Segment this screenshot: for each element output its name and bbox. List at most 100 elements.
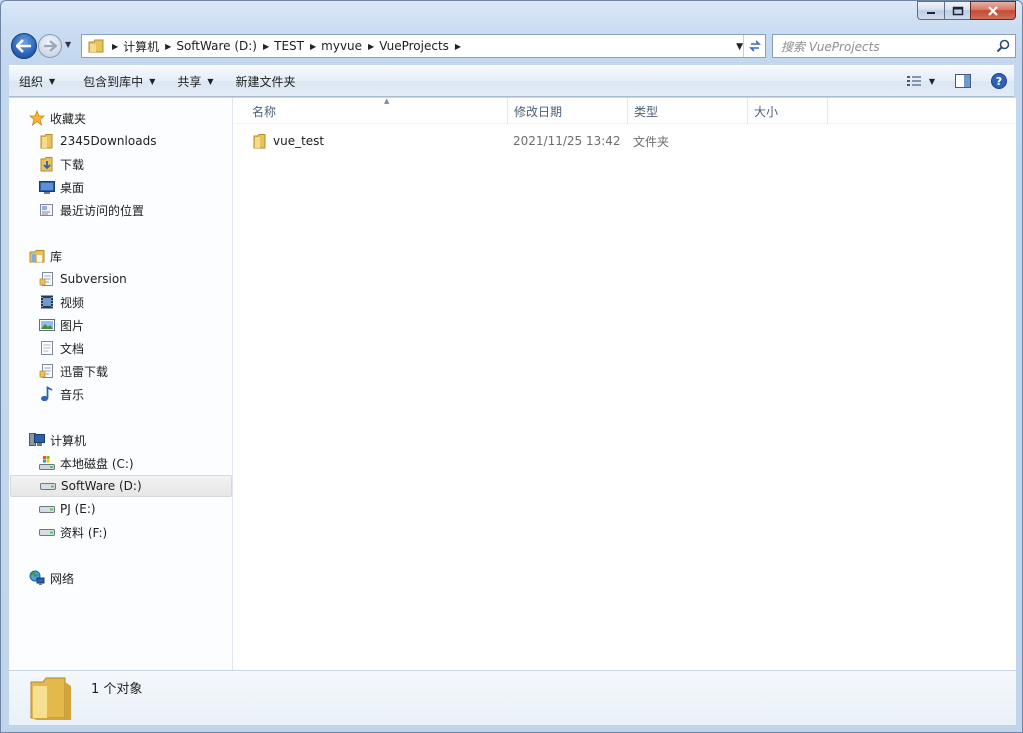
sidebar-item-recent[interactable]: 最近访问的位置 [9,199,232,221]
chevron-right-icon[interactable]: ▶ [106,42,123,51]
share-label: 共享 [177,74,202,89]
column-name-label: 名称 [252,104,277,119]
breadcrumb-vueprojects[interactable]: VueProjects [379,39,449,53]
sidebar-libraries[interactable]: 库 [9,245,232,267]
sidebar-item-drive-e[interactable]: PJ (E:) [9,498,232,520]
details-view-icon [906,76,921,86]
library-document-icon [38,270,56,288]
back-button[interactable] [11,33,37,59]
breadcrumb-myvue[interactable]: myvue [321,39,362,53]
search-input[interactable]: 搜索 VueProjects [772,34,1016,58]
refresh-icon [748,40,761,52]
desktop-icon [38,178,56,196]
breadcrumb-test[interactable]: TEST [274,39,304,53]
content-area: 收藏夹 2345Downloads 下载 桌面 最近访问的位置 库 Subver… [9,97,1016,670]
refresh-button[interactable] [743,35,765,57]
sidebar-item-drive-d[interactable]: SoftWare (D:) [10,475,232,497]
sidebar-item-label: 图片 [60,318,85,333]
help-button[interactable]: ? [984,66,1014,96]
change-view-button[interactable]: ▼ [900,66,942,96]
svg-text:?: ? [996,75,1002,88]
sidebar-libraries-label: 库 [50,249,63,264]
sidebar-item-label: 最近访问的位置 [60,203,145,218]
sidebar-item-downloads[interactable]: 下载 [9,153,232,175]
sidebar-item-2345downloads[interactable]: 2345Downloads [9,130,232,152]
column-type-label: 类型 [634,104,659,119]
drive-icon [39,477,57,495]
column-header-modified[interactable]: 修改日期 [508,98,628,124]
column-header-type[interactable]: 类型 [628,98,748,124]
column-header-row: 名称 ▲ 修改日期 类型 大小 [234,97,1016,124]
close-button[interactable] [970,1,1016,20]
column-header-size[interactable]: 大小 [748,98,828,124]
sidebar-item-label: 音乐 [60,387,85,402]
sidebar-item-label: PJ (E:) [60,502,96,516]
file-modified: 2021/11/25 13:42 [513,134,621,148]
table-row[interactable]: vue_test 2021/11/25 13:42 文件夹 [234,130,694,152]
command-bar: 组织 ▼ 包含到库中 ▼ 共享 ▼ 新建文件夹 ▼ ? [9,65,1014,97]
sidebar-item-label: 视频 [60,295,85,310]
arrow-left-icon [16,39,31,53]
minimize-button[interactable] [917,1,944,20]
music-icon [38,385,56,403]
chevron-down-icon: ▼ [49,76,56,86]
sidebar-item-music[interactable]: 音乐 [9,383,232,405]
recent-pages-dropdown[interactable]: ▼ [65,40,75,50]
column-header-name[interactable]: 名称 ▲ [246,97,508,124]
preview-pane-button[interactable] [948,66,978,96]
sidebar-computer-label: 计算机 [50,433,87,448]
sidebar-network-label: 网络 [50,571,75,586]
video-icon [38,293,56,311]
sidebar-item-drive-f[interactable]: 资料 (F:) [9,521,232,543]
chevron-right-icon[interactable]: ▶ [449,42,466,51]
arrow-right-icon [44,40,57,52]
breadcrumb-drive[interactable]: SoftWare (D:) [176,39,257,53]
file-list: 名称 ▲ 修改日期 类型 大小 vue_test 2021/11/25 13:4… [234,97,1016,670]
include-in-library-button[interactable]: 包含到库中 ▼ [74,66,164,96]
maximize-button[interactable] [944,1,970,20]
navigation-bar: ▼ ▶ 计算机 ▶ SoftWare (D:) ▶ TEST ▶ myvue ▶… [9,31,1016,61]
chevron-down-icon: ▼ [928,76,936,86]
sidebar-item-xunlei[interactable]: 迅雷下载 [9,360,232,382]
sidebar-item-subversion[interactable]: Subversion [9,268,232,290]
caption-buttons [917,1,1016,20]
details-pane: 1 个对象 [9,670,1016,725]
chevron-right-icon[interactable]: ▶ [159,42,176,51]
help-icon: ? [991,73,1007,89]
navigation-pane: 收藏夹 2345Downloads 下载 桌面 最近访问的位置 库 Subver… [9,98,233,670]
address-bar[interactable]: ▶ 计算机 ▶ SoftWare (D:) ▶ TEST ▶ myvue ▶ V… [81,34,766,58]
downloads-icon [38,155,56,173]
share-button[interactable]: 共享 ▼ [168,66,222,96]
sidebar-network[interactable]: 网络 [9,567,232,589]
new-folder-button[interactable]: 新建文件夹 [227,66,305,96]
sidebar-item-label: Subversion [60,272,127,286]
chevron-down-icon[interactable]: ▼ [736,42,743,52]
picture-icon [38,316,56,334]
sidebar-item-videos[interactable]: 视频 [9,291,232,313]
explorer-window: ▼ ▶ 计算机 ▶ SoftWare (D:) ▶ TEST ▶ myvue ▶… [0,0,1023,733]
sidebar-item-label: 2345Downloads [60,134,157,148]
sidebar-item-pictures[interactable]: 图片 [9,314,232,336]
preview-pane-icon [955,74,971,88]
chevron-down-icon: ▼ [149,76,156,86]
folder-icon [38,132,56,150]
folder-large-icon [30,677,71,720]
chevron-right-icon[interactable]: ▶ [257,42,274,51]
forward-button[interactable] [38,34,62,58]
sidebar-item-label: SoftWare (D:) [61,479,142,493]
close-icon [988,5,998,16]
chevron-right-icon[interactable]: ▶ [362,42,379,51]
chevron-right-icon[interactable]: ▶ [304,42,321,51]
library-document-icon [38,362,56,380]
new-folder-label: 新建文件夹 [235,74,296,89]
sidebar-item-desktop[interactable]: 桌面 [9,176,232,198]
sidebar-favorites[interactable]: 收藏夹 [9,107,232,129]
sidebar-item-documents[interactable]: 文档 [9,337,232,359]
breadcrumb-computer[interactable]: 计算机 [123,38,159,55]
star-icon [28,109,46,127]
chevron-down-icon: ▼ [207,76,214,86]
organize-button[interactable]: 组织 ▼ [9,66,64,96]
sidebar-computer[interactable]: 计算机 [9,429,232,451]
sidebar-item-label: 桌面 [60,180,85,195]
sidebar-item-drive-c[interactable]: 本地磁盘 (C:) [9,452,232,474]
